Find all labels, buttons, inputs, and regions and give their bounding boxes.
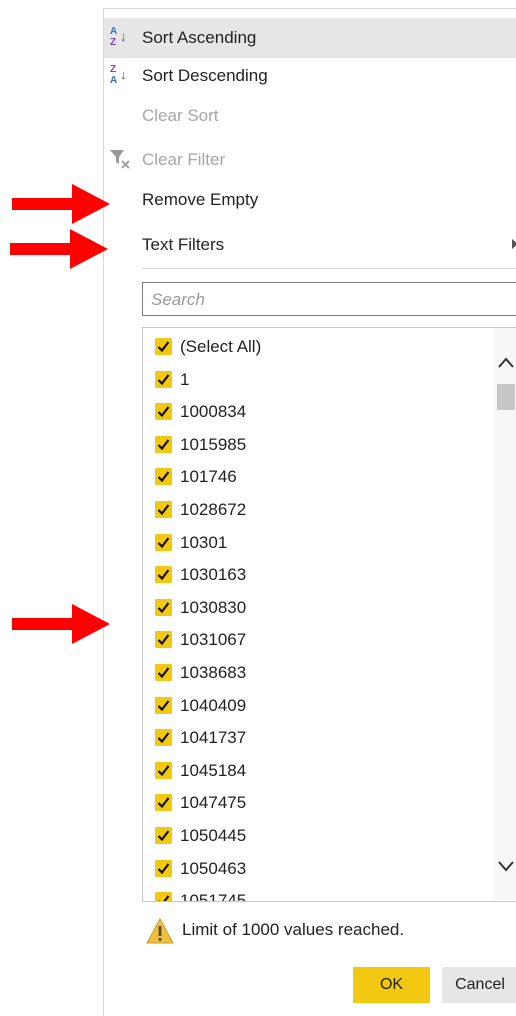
search-input[interactable] xyxy=(149,287,513,313)
remove-empty-label: Remove Empty xyxy=(142,190,259,209)
list-item-label: 1031067 xyxy=(180,630,247,650)
submenu-arrow-icon xyxy=(512,239,516,249)
list-item-label: 1050463 xyxy=(180,858,247,878)
sort-descending-icon: Z A ↓ xyxy=(110,64,127,86)
clear-sort-item[interactable]: Clear Sort xyxy=(104,96,516,136)
checkbox[interactable] xyxy=(155,761,172,779)
list-item[interactable]: 1045184 xyxy=(143,756,493,788)
list-item[interactable]: 1038683 xyxy=(143,658,493,690)
list-item-label: 1015985 xyxy=(180,434,247,454)
list-item[interactable]: 10301 xyxy=(143,528,493,560)
list-item[interactable]: 1028672 xyxy=(143,495,493,527)
annotation-arrow-icon xyxy=(10,229,108,269)
list-item-label: 1045184 xyxy=(180,760,247,780)
sort-ascending-label: Sort Ascending xyxy=(142,28,257,47)
remove-empty-item[interactable]: Remove Empty xyxy=(104,180,516,220)
checkbox[interactable] xyxy=(155,501,172,518)
list-item-label: 1041737 xyxy=(180,728,247,748)
list-item[interactable]: 1050445 xyxy=(143,821,493,853)
list-item-label: 1030163 xyxy=(180,565,247,585)
list-item-label: 1051745 xyxy=(180,891,247,902)
list-item[interactable]: 1 xyxy=(143,365,493,397)
checkbox[interactable] xyxy=(155,338,172,355)
menu-divider xyxy=(142,268,516,269)
clear-filter-label: Clear Filter xyxy=(142,150,226,169)
checkbox[interactable] xyxy=(155,729,172,747)
list-item-label: 1050445 xyxy=(180,826,247,845)
values-list: (Select All) 1 1000834 1015985 101746 1028672… xyxy=(142,327,516,902)
checkbox[interactable] xyxy=(155,533,172,551)
list-item[interactable]: 1000834 xyxy=(143,397,493,429)
list-item[interactable]: 1050463 xyxy=(143,854,493,886)
warning-icon xyxy=(146,917,174,949)
checkbox[interactable] xyxy=(155,403,172,421)
scroll-thumb[interactable] xyxy=(497,384,515,410)
select-all-item[interactable]: (Select All) xyxy=(143,332,493,364)
list-item[interactable]: 1030830 xyxy=(143,593,493,625)
list-item-label: 1047475 xyxy=(180,793,247,813)
list-scrollbar[interactable] xyxy=(494,328,516,900)
list-item-label: 1038683 xyxy=(180,663,247,682)
checkbox[interactable] xyxy=(155,892,172,901)
list-item-label: 1000834 xyxy=(180,402,247,422)
scroll-up-icon[interactable] xyxy=(497,355,515,371)
checkbox[interactable] xyxy=(155,631,172,649)
list-item[interactable]: 1031067 xyxy=(143,625,493,657)
list-item[interactable]: 1015985 xyxy=(143,430,493,462)
list-item-label: 1028672 xyxy=(180,500,247,519)
clear-filter-item[interactable]: Clear Filter xyxy=(104,140,516,180)
scroll-down-icon[interactable] xyxy=(497,858,515,874)
checkbox[interactable] xyxy=(155,468,172,486)
checkbox[interactable] xyxy=(155,664,172,681)
sort-descending-item[interactable]: Z A ↓ Sort Descending xyxy=(104,56,516,96)
cancel-button[interactable]: Cancel xyxy=(442,967,516,1003)
annotation-arrow-icon xyxy=(12,184,110,224)
checkbox[interactable] xyxy=(155,827,172,844)
checkbox[interactable] xyxy=(155,370,172,388)
limit-warning: Limit of 1000 values reached. xyxy=(146,916,516,946)
list-item-label: (Select All) xyxy=(180,337,262,356)
list-item[interactable]: 1051745 xyxy=(143,886,493,902)
list-item-label: 101746 xyxy=(180,467,237,487)
ok-button[interactable]: OK xyxy=(353,967,430,1003)
clear-filter-icon xyxy=(109,148,131,175)
sort-descending-label: Sort Descending xyxy=(142,66,268,85)
list-item-label: 1040409 xyxy=(180,695,247,715)
list-item[interactable]: 101746 xyxy=(143,462,493,494)
list-item-label: 1030830 xyxy=(180,597,247,617)
checkbox[interactable] xyxy=(155,696,172,714)
checkbox[interactable] xyxy=(155,435,172,453)
list-item[interactable]: 1030163 xyxy=(143,560,493,592)
list-item[interactable]: 1047475 xyxy=(143,788,493,820)
clear-sort-label: Clear Sort xyxy=(142,106,219,125)
list-item[interactable]: 1040409 xyxy=(143,691,493,723)
search-box xyxy=(142,282,516,316)
checkbox[interactable] xyxy=(155,794,172,812)
list-item-label: 1 xyxy=(180,369,190,389)
list-item[interactable]: 1041737 xyxy=(143,723,493,755)
checkbox[interactable] xyxy=(155,566,172,584)
sort-ascending-item[interactable]: A Z ↓ Sort Ascending xyxy=(104,18,516,58)
text-filters-label: Text Filters xyxy=(142,235,225,254)
checkbox[interactable] xyxy=(155,598,172,616)
annotation-arrow-icon xyxy=(12,604,110,644)
checkbox[interactable] xyxy=(155,859,172,877)
warning-text: Limit of 1000 values reached. xyxy=(182,920,405,939)
sort-ascending-icon: A Z ↓ xyxy=(110,26,127,48)
text-filters-item[interactable]: Text Filters xyxy=(104,225,516,265)
list-item-label: 10301 xyxy=(180,532,228,552)
